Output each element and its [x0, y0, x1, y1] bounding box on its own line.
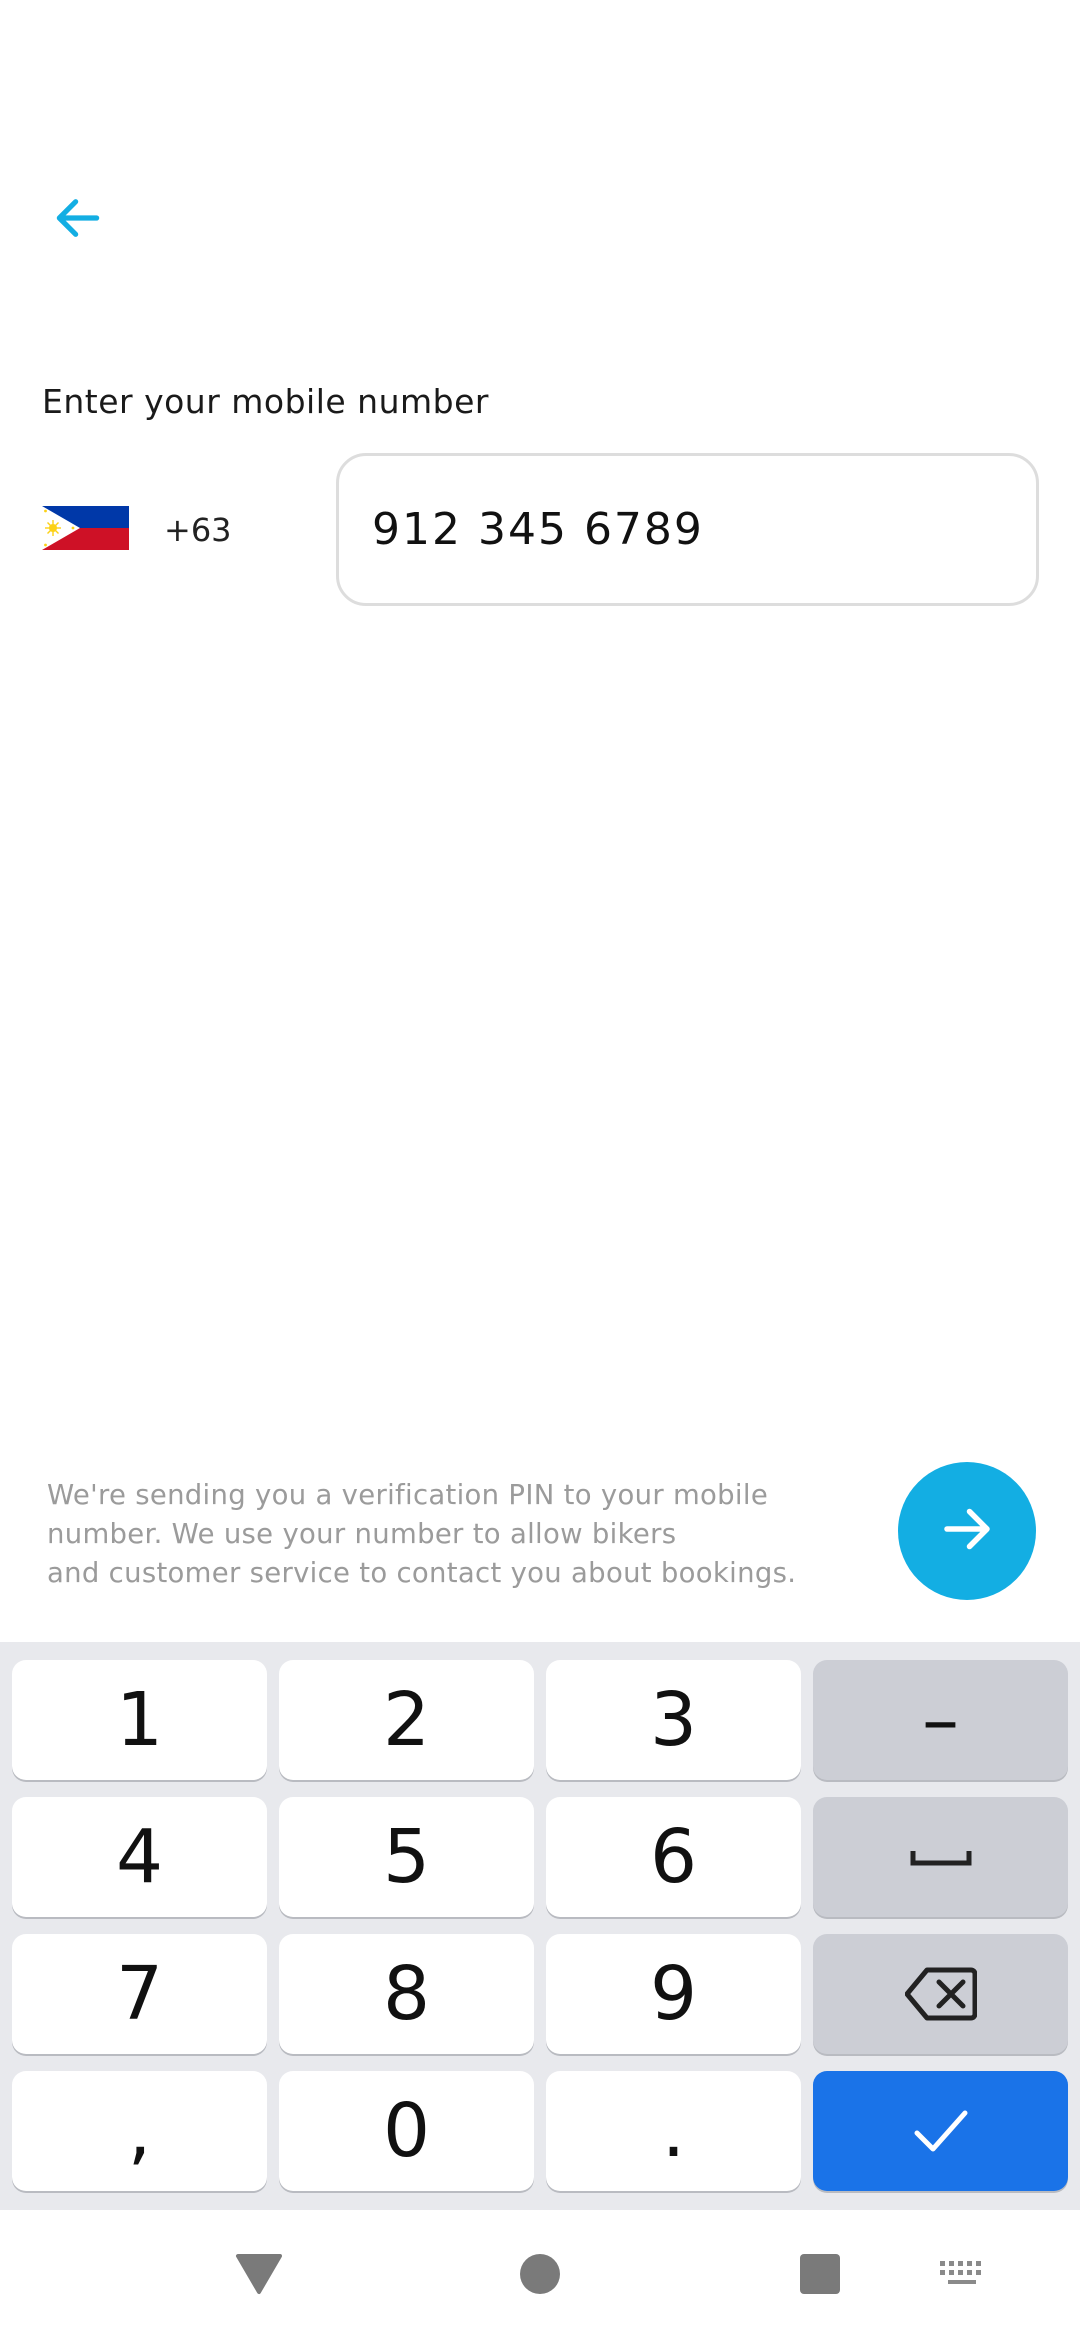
- nav-home-button[interactable]: [510, 2246, 570, 2306]
- key-comma[interactable]: ,: [12, 2071, 267, 2191]
- nav-recents-square-icon: [799, 2253, 841, 2299]
- key-period[interactable]: .: [546, 2071, 801, 2191]
- back-button[interactable]: [40, 182, 116, 258]
- phone-number-input[interactable]: [372, 504, 1036, 555]
- keyboard-switch-icon: [938, 2259, 986, 2293]
- key-1[interactable]: 1: [12, 1660, 267, 1780]
- check-icon: [913, 2109, 969, 2153]
- phone-number-field[interactable]: [336, 453, 1039, 606]
- key-9[interactable]: 9: [546, 1934, 801, 2054]
- backspace-icon: [904, 1966, 977, 2022]
- key-4[interactable]: 4: [12, 1797, 267, 1917]
- space-icon: [909, 1845, 973, 1869]
- philippines-flag-icon: [42, 506, 129, 554]
- page-title: Enter your mobile number: [42, 382, 489, 421]
- key-8[interactable]: 8: [279, 1934, 534, 2054]
- arrow-left-icon: [50, 190, 106, 250]
- nav-home-circle-icon: [518, 2252, 562, 2300]
- key-7[interactable]: 7: [12, 1934, 267, 2054]
- arrow-right-icon: [937, 1499, 997, 1563]
- nav-back-button[interactable]: [226, 2246, 292, 2306]
- keyboard-switch-button[interactable]: [934, 2254, 990, 2298]
- key-0[interactable]: 0: [279, 2071, 534, 2191]
- dial-code: +63: [164, 511, 232, 549]
- key-space[interactable]: [813, 1797, 1068, 1917]
- key-6[interactable]: 6: [546, 1797, 801, 1917]
- verification-notice: We're sending you a verification PIN to …: [47, 1476, 867, 1593]
- key-3[interactable]: 3: [546, 1660, 801, 1780]
- nav-back-triangle-icon: [234, 2252, 284, 2300]
- key-backspace[interactable]: [813, 1934, 1068, 2054]
- key-2[interactable]: 2: [279, 1660, 534, 1780]
- notice-line: and customer service to contact you abou…: [47, 1557, 797, 1589]
- system-navigation-bar: [0, 2210, 1080, 2340]
- key-minus[interactable]: –: [813, 1660, 1068, 1780]
- nav-recents-button[interactable]: [790, 2246, 850, 2306]
- notice-line: We're sending you a verification PIN to …: [47, 1479, 769, 1511]
- notice-line: number. We use your number to allow bike…: [47, 1518, 677, 1550]
- next-button[interactable]: [898, 1462, 1036, 1600]
- key-5[interactable]: 5: [279, 1797, 534, 1917]
- country-code-selector[interactable]: +63: [42, 504, 232, 556]
- key-enter[interactable]: [813, 2071, 1068, 2191]
- numeric-keyboard: 1 2 3 – 4 5 6 7 8 9 , 0 .: [0, 1642, 1080, 2210]
